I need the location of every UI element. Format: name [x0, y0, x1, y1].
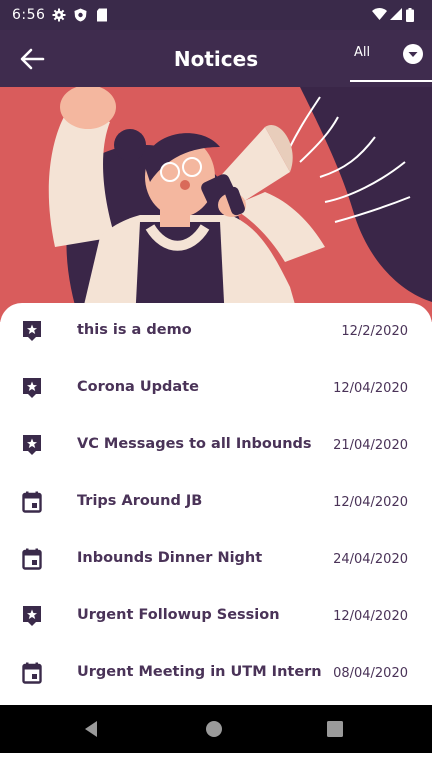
notice-row[interactable]: Urgent Followup Session 12/04/2020 — [0, 588, 432, 645]
notice-date: 12/04/2020 — [333, 495, 408, 510]
signal-status-icon — [390, 8, 402, 20]
wifi-status-icon — [372, 8, 387, 20]
notice-date: 21/04/2020 — [333, 438, 408, 453]
calendar-icon — [22, 548, 42, 570]
settings-status-icon — [52, 8, 66, 22]
notice-title: Corona Update — [77, 379, 199, 395]
notice-title: VC Messages to all Inbounds — [77, 436, 312, 452]
status-time: 6:56 — [12, 7, 46, 23]
notice-row[interactable]: Corona Update 12/04/2020 — [0, 360, 432, 417]
app-bar: Notices All — [0, 30, 432, 87]
shield-status-icon — [74, 8, 87, 22]
bottom-edge — [0, 753, 432, 764]
notice-title: this is a demo — [77, 322, 192, 338]
calendar-icon — [22, 662, 42, 684]
system-nav-bar — [0, 705, 432, 753]
notice-row[interactable]: VC Messages to all Inbounds 21/04/2020 — [0, 417, 432, 474]
calendar-icon — [22, 491, 42, 513]
notice-date: 12/04/2020 — [333, 381, 408, 396]
dropdown-chevron-icon — [403, 44, 423, 64]
filter-selected-label: All — [354, 45, 371, 60]
sd-card-status-icon — [97, 8, 107, 22]
nav-recents-icon[interactable] — [323, 717, 347, 741]
notice-title: Urgent Meeting in UTM Internationl — [77, 664, 322, 680]
notice-row[interactable]: this is a demo 12/2/2020 — [0, 303, 432, 360]
filter-underline — [350, 80, 432, 82]
woman-megaphone-illustration — [0, 87, 432, 322]
notice-title: Urgent Followup Session — [77, 607, 280, 623]
notice-title: Trips Around JB — [77, 493, 203, 509]
nav-home-icon[interactable] — [202, 717, 226, 741]
notice-row[interactable]: Trips Around JB 12/04/2020 — [0, 474, 432, 531]
notice-date: 24/04/2020 — [333, 552, 408, 567]
status-bar: 6:56 — [0, 0, 432, 30]
notice-date: 12/04/2020 — [333, 609, 408, 624]
announcement-icon — [23, 378, 41, 398]
hero-illustration — [0, 87, 432, 322]
announcement-icon — [23, 321, 41, 341]
notice-row[interactable]: Inbounds Dinner Night 24/04/2020 — [0, 531, 432, 588]
announcement-icon — [23, 435, 41, 455]
notice-date: 12/2/2020 — [341, 324, 408, 339]
filter-dropdown[interactable]: All — [350, 40, 432, 82]
battery-status-icon — [406, 8, 414, 22]
notice-row[interactable]: Urgent Meeting in UTM Internationl 08/04… — [0, 645, 432, 702]
notice-date: 08/04/2020 — [333, 666, 408, 681]
back-arrow-icon[interactable] — [18, 46, 46, 72]
notice-list: this is a demo 12/2/2020 Corona Update 1… — [0, 303, 432, 705]
announcement-icon — [23, 606, 41, 626]
notice-title: Inbounds Dinner Night — [77, 550, 263, 566]
nav-back-icon[interactable] — [80, 717, 104, 741]
